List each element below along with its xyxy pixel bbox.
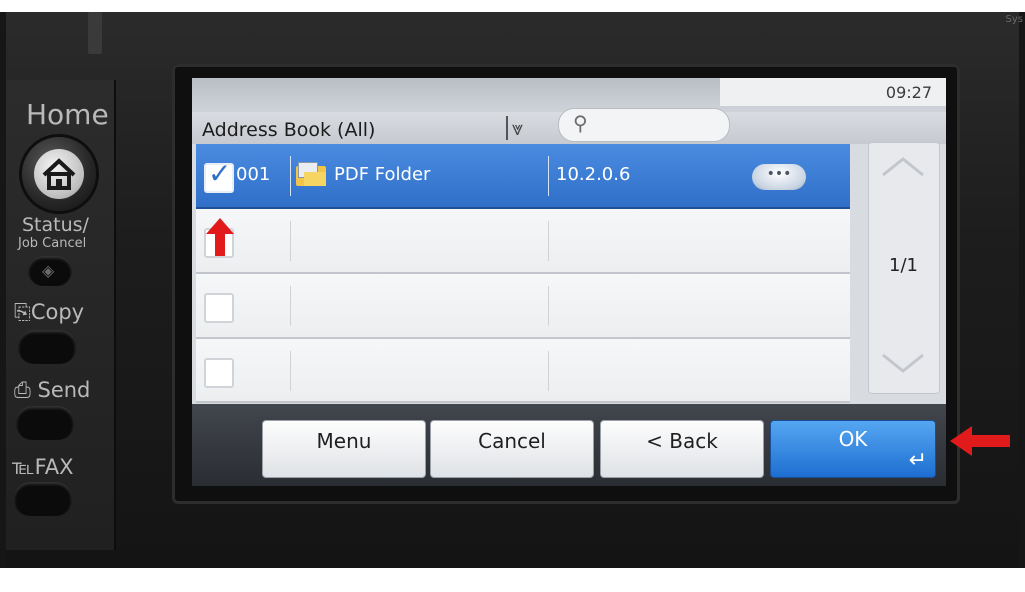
footer-bar: Menu Cancel < Back OK ↵ <box>192 404 946 486</box>
send-key[interactable] <box>16 406 74 440</box>
red-arrow-left-icon <box>950 426 1010 456</box>
menu-button[interactable]: Menu <box>262 420 426 478</box>
column-separator <box>290 156 291 196</box>
photo-border-bottom <box>0 568 1025 592</box>
column-separator <box>290 351 291 391</box>
row-name: PDF Folder <box>334 164 431 185</box>
copy-key-label: ⎘Copy <box>14 300 85 324</box>
address-book-label: Address Book (All) <box>202 119 376 141</box>
ok-button[interactable]: OK ↵ <box>770 420 936 478</box>
page-indicator: 1/1 <box>889 255 918 276</box>
address-list: ✓ 001 PDF Folder 10.2.0.6 ••• <box>196 144 850 404</box>
cancel-button[interactable]: Cancel <box>430 420 594 478</box>
column-separator <box>290 286 291 326</box>
row-checkbox[interactable] <box>204 293 234 323</box>
list-row-selected[interactable]: ✓ 001 PDF Folder 10.2.0.6 ••• <box>196 144 850 209</box>
row-host: 10.2.0.6 <box>556 164 631 185</box>
status-key-label: Status/ <box>22 214 89 236</box>
detail-button[interactable]: ••• <box>752 164 806 190</box>
list-row-empty[interactable] <box>196 274 850 339</box>
status-job-cancel-key[interactable]: ◈ <box>28 256 72 286</box>
home-icon <box>34 149 84 199</box>
checkmark-icon: ✓ <box>208 157 232 190</box>
copy-label-text: Copy <box>30 300 85 324</box>
menu-button-label: Menu <box>316 429 372 453</box>
touch-screen: 09:27 Address Book (All) ⩔ ⚲ ✓ 001 PDF F… <box>192 78 946 486</box>
column-separator <box>290 221 291 261</box>
row-checkbox[interactable]: ✓ <box>204 159 234 193</box>
address-book-dropdown-button[interactable]: ⩔ <box>512 116 523 140</box>
job-cancel-label: Job Cancel <box>18 236 87 251</box>
cancel-button-label: Cancel <box>478 429 546 453</box>
clock: 09:27 <box>885 83 932 102</box>
folder-icon <box>296 162 326 186</box>
back-button-label: < Back <box>646 429 718 453</box>
row-checkbox[interactable] <box>204 358 234 388</box>
send-label-text: Send <box>37 378 91 402</box>
bezel-notch <box>88 12 102 54</box>
scroll-down-button[interactable] <box>879 351 927 382</box>
photo-border-top <box>0 0 1025 12</box>
search-icon: ⚲ <box>573 111 588 135</box>
fax-key[interactable] <box>14 482 72 516</box>
double-chevron-down-icon: ⩔ <box>512 116 524 140</box>
address-book-separator <box>506 116 508 140</box>
ok-button-label: OK <box>838 427 868 451</box>
red-arrow-up-icon <box>206 218 234 256</box>
list-row-empty[interactable] <box>196 209 850 274</box>
home-key-label: Home <box>26 98 109 131</box>
enter-icon: ↵ <box>908 448 927 473</box>
column-separator <box>548 351 549 391</box>
page-scroller: 1/1 <box>868 142 940 394</box>
fax-label-text: FAX <box>34 455 74 479</box>
column-separator <box>548 221 549 261</box>
back-button[interactable]: < Back <box>600 420 764 478</box>
copy-key[interactable] <box>18 330 76 364</box>
row-number: 001 <box>236 164 271 185</box>
list-row-empty[interactable] <box>196 339 850 403</box>
scroll-up-button[interactable] <box>879 155 927 186</box>
column-separator <box>548 156 549 196</box>
fax-key-label: ℡FAX <box>12 455 74 479</box>
corner-mark: Sys <box>1005 14 1023 25</box>
column-separator <box>548 286 549 326</box>
diamond-icon: ◈ <box>42 261 55 280</box>
home-key[interactable] <box>22 137 96 211</box>
send-key-label: ⎙ Send <box>14 378 91 402</box>
clock-tab: 09:27 <box>720 78 946 106</box>
search-field[interactable]: ⚲ <box>558 108 730 142</box>
